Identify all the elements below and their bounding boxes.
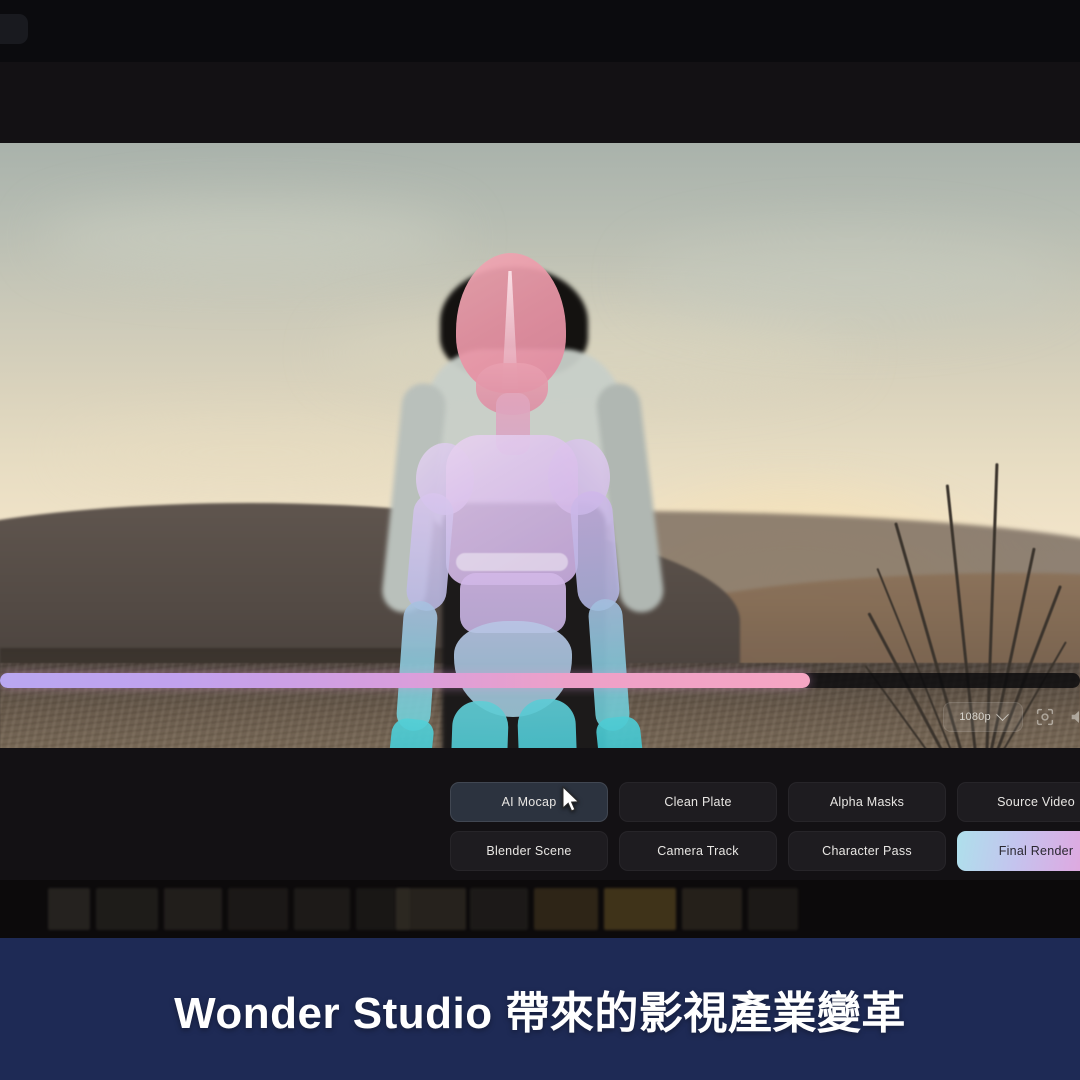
render-pass-grid: AI Mocap Clean Plate Alpha Masks Source …: [450, 782, 1080, 871]
volume-icon[interactable]: [1068, 706, 1080, 728]
video-stage[interactable]: [0, 143, 1080, 748]
filmstrip-thumb: [294, 888, 350, 930]
cloud: [60, 423, 440, 483]
app-header-strip: [0, 62, 1080, 143]
filmstrip-thumb: [682, 888, 742, 930]
cloud: [640, 233, 1060, 323]
screenshot-root: 1080p AI Mocap Clean Plate Alpha Masks S…: [0, 0, 1080, 1080]
filmstrip-thumb: [396, 888, 466, 930]
cg-upper-arm-right: [568, 489, 622, 613]
filmstrip-thumb: [470, 888, 528, 930]
banner-title: Wonder Studio 帶來的影視產業變革: [174, 989, 906, 1038]
pass-button-camera-track[interactable]: Camera Track: [619, 831, 777, 871]
filmstrip-thumb: [534, 888, 598, 930]
window-control-pill[interactable]: [0, 14, 28, 44]
filmstrip-thumb: [604, 888, 676, 930]
pass-button-alpha-masks[interactable]: Alpha Masks: [788, 782, 946, 822]
quality-label: 1080p: [959, 711, 991, 723]
cg-belt: [456, 553, 568, 571]
cg-upper-arm-left: [404, 491, 456, 613]
chevron-down-icon: [995, 707, 1009, 721]
caption-banner: Wonder Studio 帶來的影視產業變革: [0, 938, 1080, 1080]
cloud: [40, 203, 460, 273]
pass-button-blender-scene[interactable]: Blender Scene: [450, 831, 608, 871]
pass-button-character-pass[interactable]: Character Pass: [788, 831, 946, 871]
pass-button-source-video[interactable]: Source Video: [957, 782, 1080, 822]
pass-button-clean-plate[interactable]: Clean Plate: [619, 782, 777, 822]
quality-selector[interactable]: 1080p: [943, 702, 1023, 732]
pass-button-ai-mocap[interactable]: AI Mocap: [450, 782, 608, 822]
filmstrip-thumb: [748, 888, 798, 930]
filmstrip-thumb: [228, 888, 288, 930]
focus-frame-icon[interactable]: [1034, 706, 1056, 728]
playback-progress-track[interactable]: [0, 673, 1080, 688]
timeline-filmstrip[interactable]: [0, 880, 1080, 938]
player-controls: 1080p: [0, 698, 1080, 744]
pass-button-final-render[interactable]: Final Render: [957, 831, 1080, 871]
window-top-bar: [0, 0, 1080, 62]
filmstrip-thumb: [164, 888, 222, 930]
filmstrip-thumb: [96, 888, 158, 930]
filmstrip-thumb: [48, 888, 90, 930]
playback-progress-fill[interactable]: [0, 673, 810, 688]
